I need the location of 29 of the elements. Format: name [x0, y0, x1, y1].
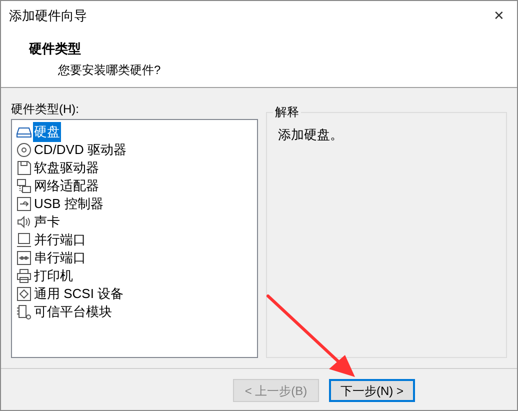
network-icon — [16, 178, 32, 194]
list-item[interactable]: 打印机 — [33, 266, 74, 286]
page-title: 硬件类型 — [29, 40, 82, 58]
next-button[interactable]: 下一步(N) > — [329, 379, 415, 402]
usb-icon — [16, 196, 32, 212]
port-icon — [16, 232, 32, 248]
serial-port-icon — [16, 250, 32, 266]
disc-icon — [16, 142, 32, 158]
list-item[interactable]: 网络适配器 — [33, 176, 100, 196]
floppy-icon — [16, 160, 32, 176]
list-item[interactable]: 可信平台模块 — [33, 302, 113, 322]
list-item[interactable]: 通用 SCSI 设备 — [33, 284, 125, 304]
chip-icon — [16, 304, 32, 320]
printer-icon — [16, 268, 32, 284]
page-subtitle: 您要安装哪类硬件? — [58, 62, 162, 78]
list-label: 硬件类型(H): — [11, 101, 80, 118]
window-title: 添加硬件向导 — [9, 7, 87, 26]
list-item[interactable]: 软盘驱动器 — [33, 158, 100, 178]
explanation-text: 添加硬盘。 — [278, 127, 343, 142]
scsi-icon — [16, 286, 32, 302]
list-item[interactable]: CD/DVD 驱动器 — [33, 140, 128, 160]
list-item[interactable]: 并行端口 — [33, 230, 87, 250]
list-item[interactable]: USB 控制器 — [33, 194, 104, 214]
panel-title: 解释 — [273, 104, 301, 120]
speaker-icon — [16, 214, 32, 230]
close-button[interactable]: ✕ — [487, 5, 511, 27]
list-item[interactable]: 串行端口 — [33, 248, 87, 268]
list-item[interactable]: 声卡 — [33, 212, 61, 232]
list-item[interactable]: 硬盘 — [33, 122, 61, 142]
